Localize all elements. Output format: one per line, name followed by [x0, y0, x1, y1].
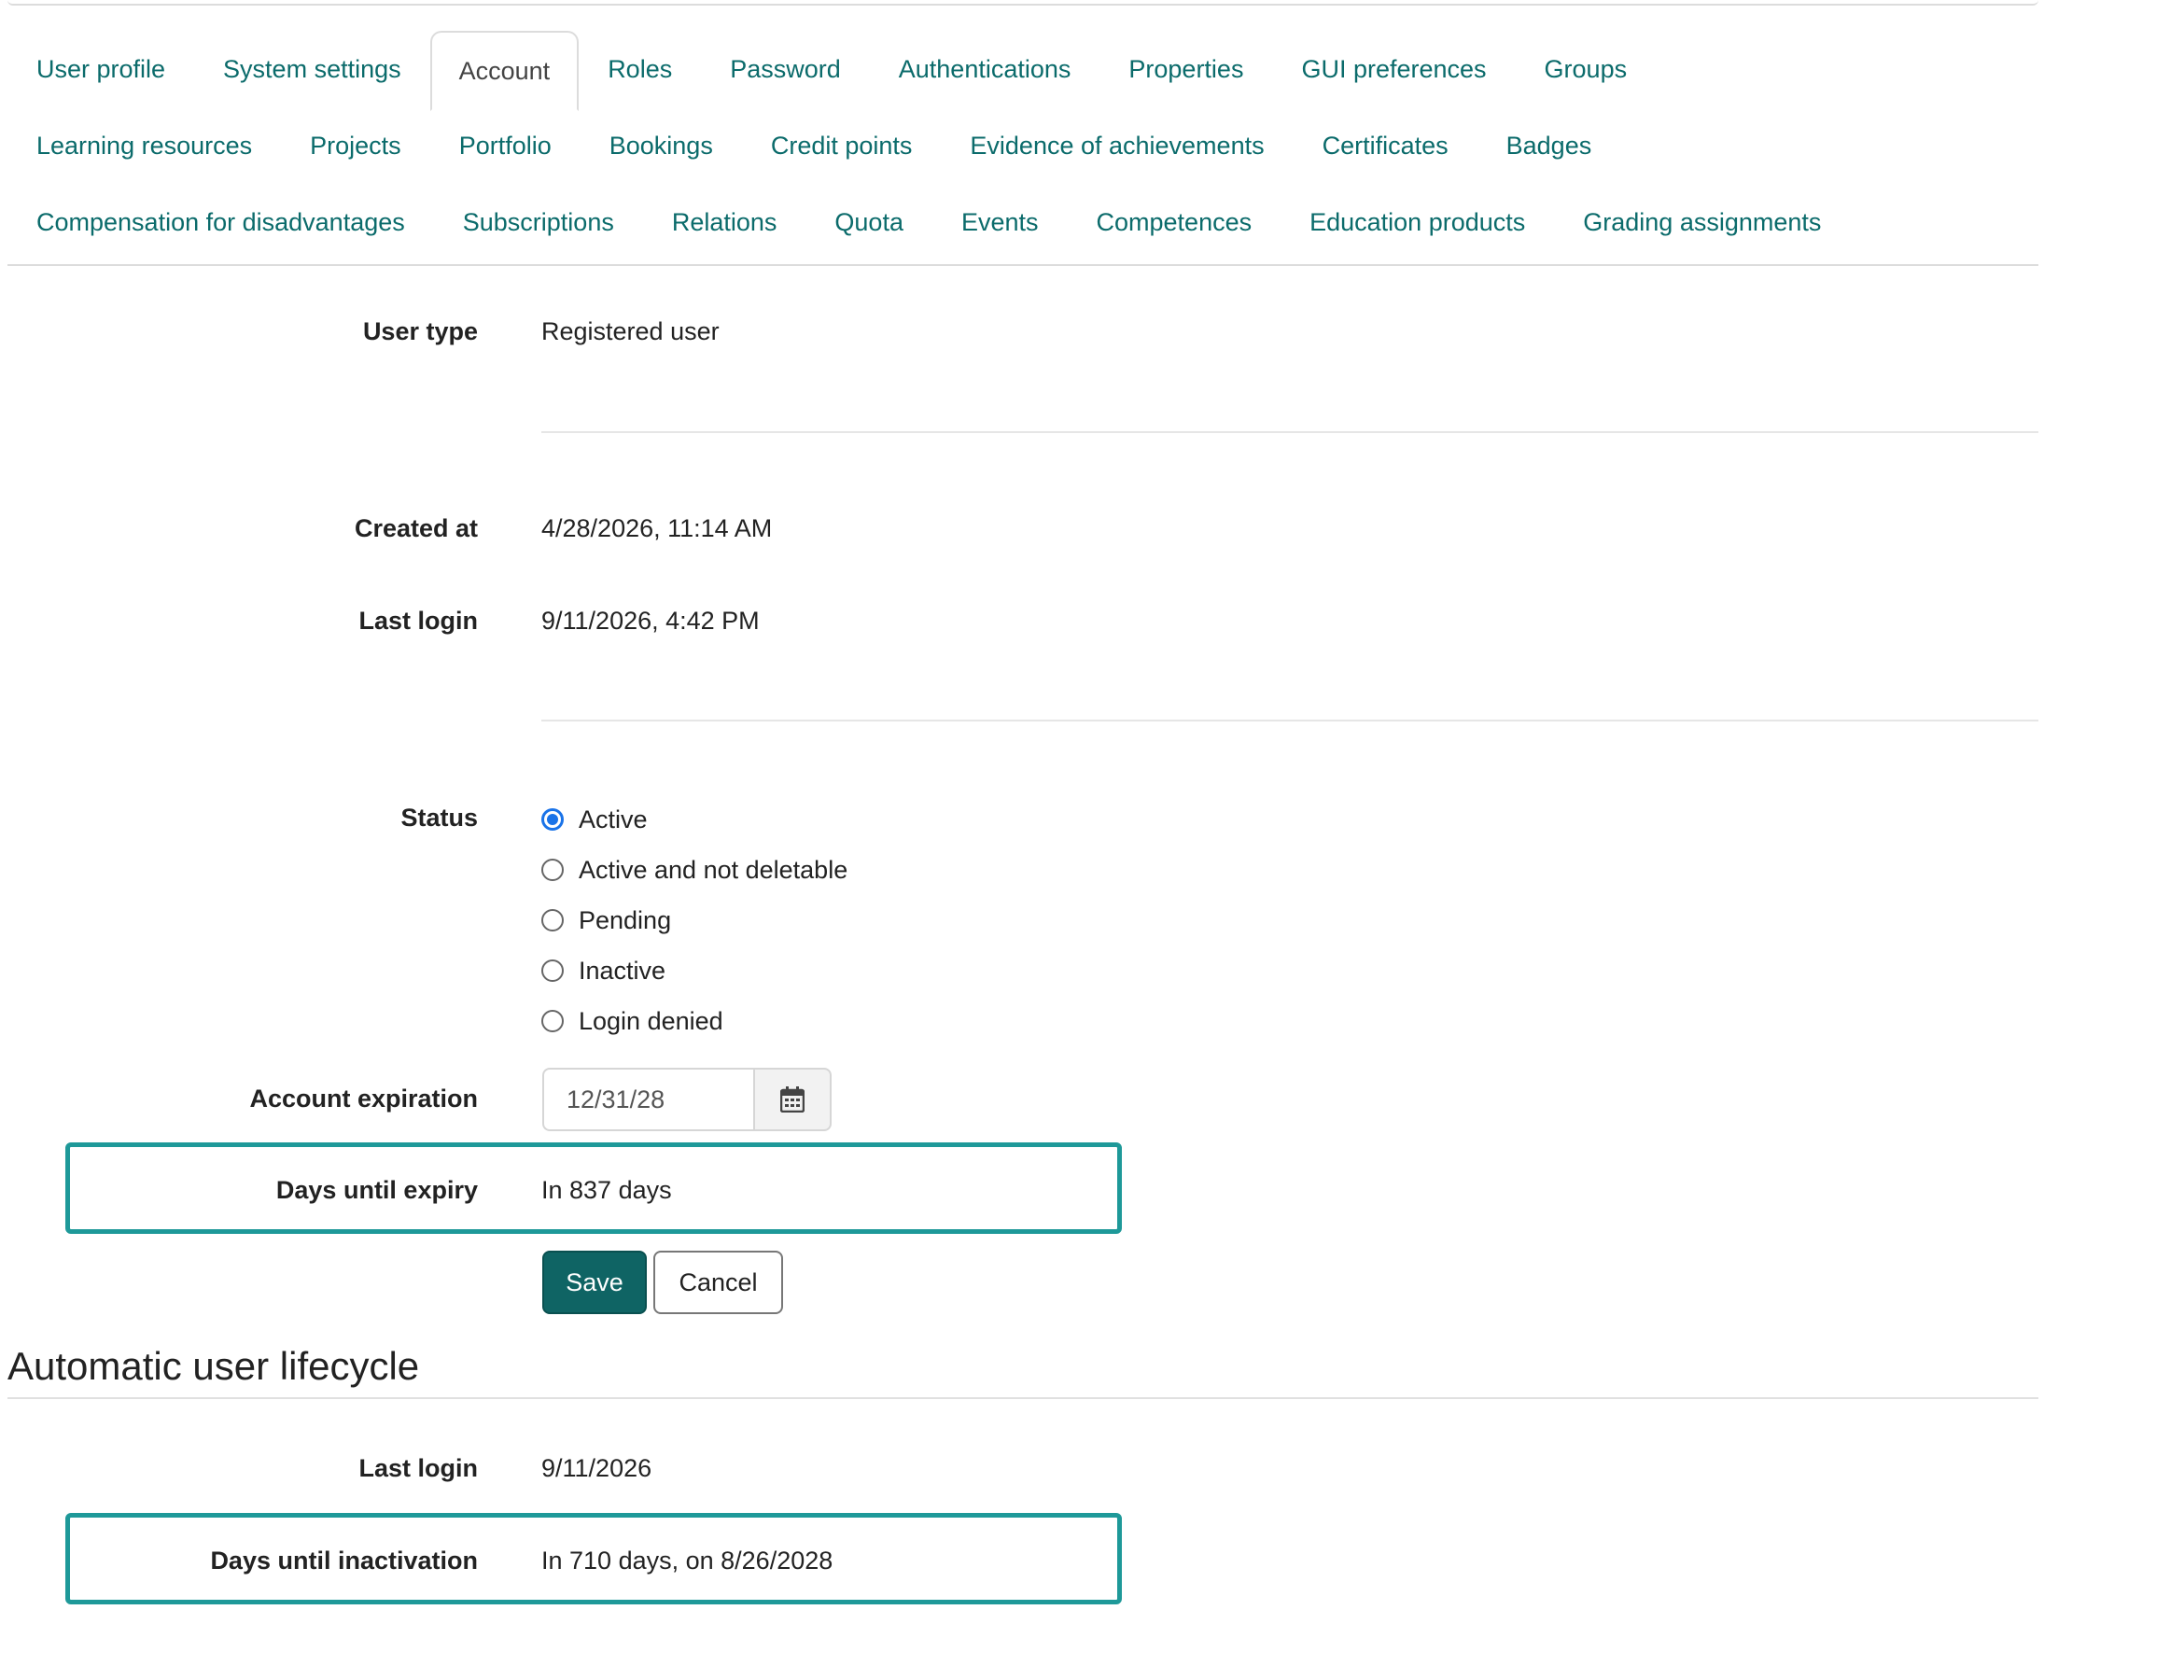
- tab-relations[interactable]: Relations: [643, 184, 806, 260]
- calendar-icon: [780, 1086, 805, 1113]
- lifecycle-last-login-value: 9/11/2026: [541, 1454, 652, 1482]
- user-type-label: User type: [362, 317, 478, 345]
- status-radio-login-denied[interactable]: Login denied: [541, 1002, 723, 1040]
- tab-compensation-for-disadvantages[interactable]: Compensation for disadvantages: [7, 184, 434, 260]
- tab-learning-resources[interactable]: Learning resources: [7, 107, 281, 184]
- last-login-value: 9/11/2026, 4:42 PM: [541, 607, 760, 635]
- calendar-button[interactable]: [753, 1068, 832, 1131]
- top-border: [7, 0, 2038, 6]
- tab-roles[interactable]: Roles: [579, 31, 701, 107]
- cancel-button[interactable]: Cancel: [653, 1251, 783, 1314]
- status-label: Status: [400, 804, 478, 832]
- radio-button-selected[interactable]: [541, 808, 564, 831]
- section-title-lifecycle: Automatic user lifecycle: [7, 1344, 420, 1388]
- radio-button[interactable]: [541, 909, 564, 931]
- tab-grading-assignments[interactable]: Grading assignments: [1554, 184, 1850, 260]
- days-until-expiry-value: In 837 days: [541, 1176, 672, 1204]
- days-until-inactivation-label: Days until inactivation: [210, 1547, 478, 1575]
- account-expiration-input[interactable]: [542, 1068, 753, 1131]
- radio-button[interactable]: [541, 1010, 564, 1032]
- tab-row: User profile System settings Account Rol…: [7, 31, 1657, 111]
- tab-events[interactable]: Events: [932, 184, 1068, 260]
- radio-label: Inactive: [579, 956, 666, 985]
- status-radio-active-not-deletable[interactable]: Active and not deletable: [541, 851, 847, 889]
- tab-gui-preferences[interactable]: GUI preferences: [1272, 31, 1515, 107]
- tab-subscriptions[interactable]: Subscriptions: [434, 184, 643, 260]
- tab-evidence-of-achievements[interactable]: Evidence of achievements: [941, 107, 1293, 184]
- tab-bookings[interactable]: Bookings: [581, 107, 742, 184]
- lifecycle-last-login-label: Last login: [358, 1454, 479, 1482]
- radio-label: Pending: [579, 905, 672, 934]
- save-button[interactable]: Save: [542, 1251, 647, 1314]
- last-login-label: Last login: [358, 607, 479, 635]
- tab-quota[interactable]: Quota: [805, 184, 932, 260]
- tab-system-settings[interactable]: System settings: [194, 31, 430, 107]
- tab-user-profile[interactable]: User profile: [7, 31, 194, 107]
- radio-label: Login denied: [579, 1006, 723, 1035]
- days-until-expiry-label: Days until expiry: [275, 1176, 478, 1204]
- tab-groups[interactable]: Groups: [1516, 31, 1657, 107]
- tab-certificates[interactable]: Certificates: [1294, 107, 1477, 184]
- user-type-value: Registered user: [541, 317, 720, 345]
- tab-credit-points[interactable]: Credit points: [742, 107, 942, 184]
- created-at-label: Created at: [354, 514, 478, 542]
- days-until-inactivation-value: In 710 days, on 8/26/2028: [541, 1547, 833, 1575]
- status-radio-active[interactable]: Active: [541, 801, 648, 838]
- tab-education-products[interactable]: Education products: [1281, 184, 1554, 260]
- radio-label: Active: [579, 805, 648, 833]
- tab-account[interactable]: Account: [429, 31, 580, 111]
- tab-password[interactable]: Password: [701, 31, 870, 107]
- divider: [7, 1397, 2038, 1399]
- radio-button[interactable]: [541, 859, 564, 881]
- tab-properties[interactable]: Properties: [1099, 31, 1272, 107]
- account-expiration-date-picker: [542, 1068, 832, 1131]
- radio-label: Active and not deletable: [579, 855, 848, 884]
- created-at-value: 4/28/2026, 11:14 AM: [541, 514, 773, 542]
- radio-button[interactable]: [541, 959, 564, 982]
- tab-badges[interactable]: Badges: [1477, 107, 1621, 184]
- status-radio-inactive[interactable]: Inactive: [541, 952, 665, 989]
- tab-row: Learning resources Projects Portfolio Bo…: [7, 107, 1620, 184]
- status-radio-pending[interactable]: Pending: [541, 902, 671, 939]
- tab-authentications[interactable]: Authentications: [870, 31, 1100, 107]
- account-expiration-label: Account expiration: [249, 1085, 478, 1113]
- divider: [541, 431, 2038, 433]
- tab-projects[interactable]: Projects: [281, 107, 430, 184]
- divider: [541, 720, 2038, 721]
- tab-row: Compensation for disadvantages Subscript…: [7, 184, 1850, 260]
- user-admin-tabs: User profile System settings Account Rol…: [7, 31, 2038, 266]
- tab-competences[interactable]: Competences: [1068, 184, 1281, 260]
- tab-portfolio[interactable]: Portfolio: [430, 107, 581, 184]
